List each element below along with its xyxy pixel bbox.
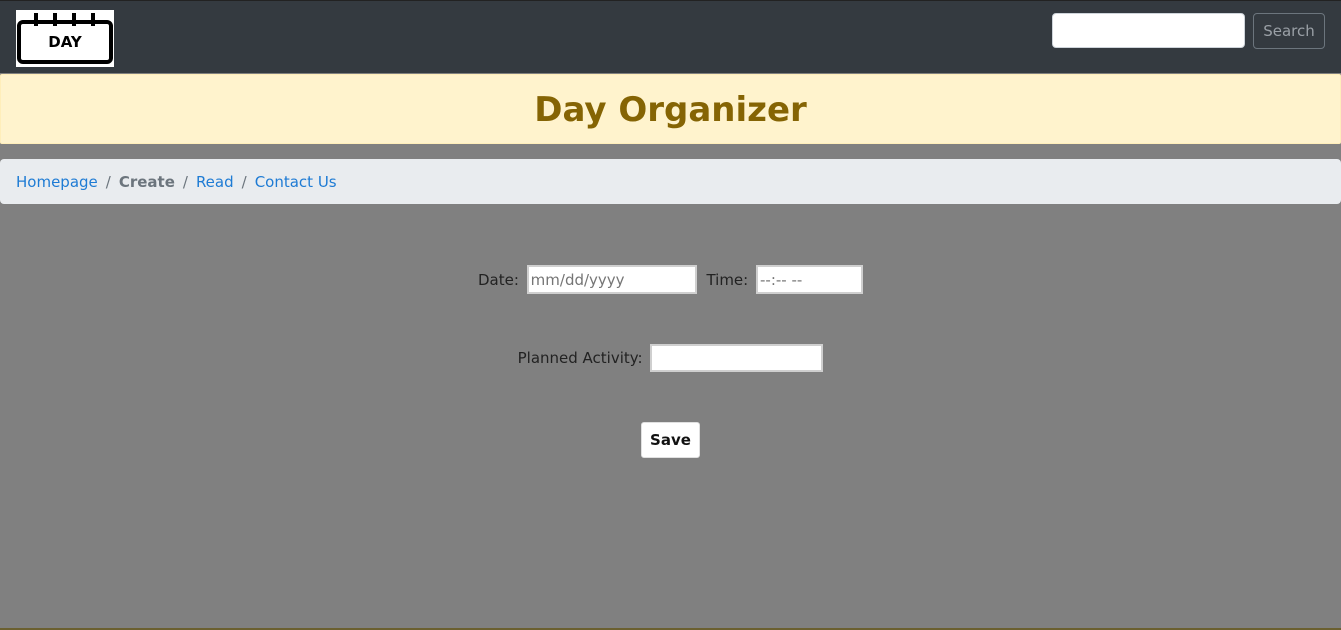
breadcrumb: Homepage / Create / Read / Contact Us bbox=[0, 159, 1341, 204]
page-title: Day Organizer bbox=[534, 90, 807, 130]
title-banner: Day Organizer bbox=[0, 74, 1341, 144]
search-input[interactable] bbox=[1052, 13, 1245, 48]
calendar-logo-icon[interactable]: DAY bbox=[16, 10, 114, 67]
save-button[interactable]: Save bbox=[641, 422, 700, 458]
date-label: Date: bbox=[477, 270, 519, 289]
activity-field[interactable] bbox=[650, 344, 824, 372]
date-time-row: Date: Time: bbox=[0, 265, 1341, 295]
breadcrumb-separator: / bbox=[105, 173, 111, 191]
activity-label: Planned Activity: bbox=[517, 349, 643, 367]
date-field[interactable] bbox=[526, 265, 697, 294]
time-field[interactable] bbox=[756, 265, 863, 294]
breadcrumb-separator: / bbox=[182, 173, 188, 191]
breadcrumb-homepage[interactable]: Homepage bbox=[16, 173, 98, 191]
search-button[interactable]: Search bbox=[1253, 13, 1325, 49]
breadcrumb-separator: / bbox=[241, 173, 247, 191]
activity-row: Planned Activity: bbox=[0, 344, 1341, 372]
breadcrumb-contact-us[interactable]: Contact Us bbox=[255, 173, 337, 191]
breadcrumb-create: Create bbox=[118, 173, 175, 191]
breadcrumb-read[interactable]: Read bbox=[196, 173, 234, 191]
save-row: Save bbox=[0, 422, 1341, 458]
time-label: Time: bbox=[706, 270, 749, 289]
logo-text: DAY bbox=[48, 33, 83, 51]
navbar: DAY Search bbox=[0, 0, 1341, 73]
